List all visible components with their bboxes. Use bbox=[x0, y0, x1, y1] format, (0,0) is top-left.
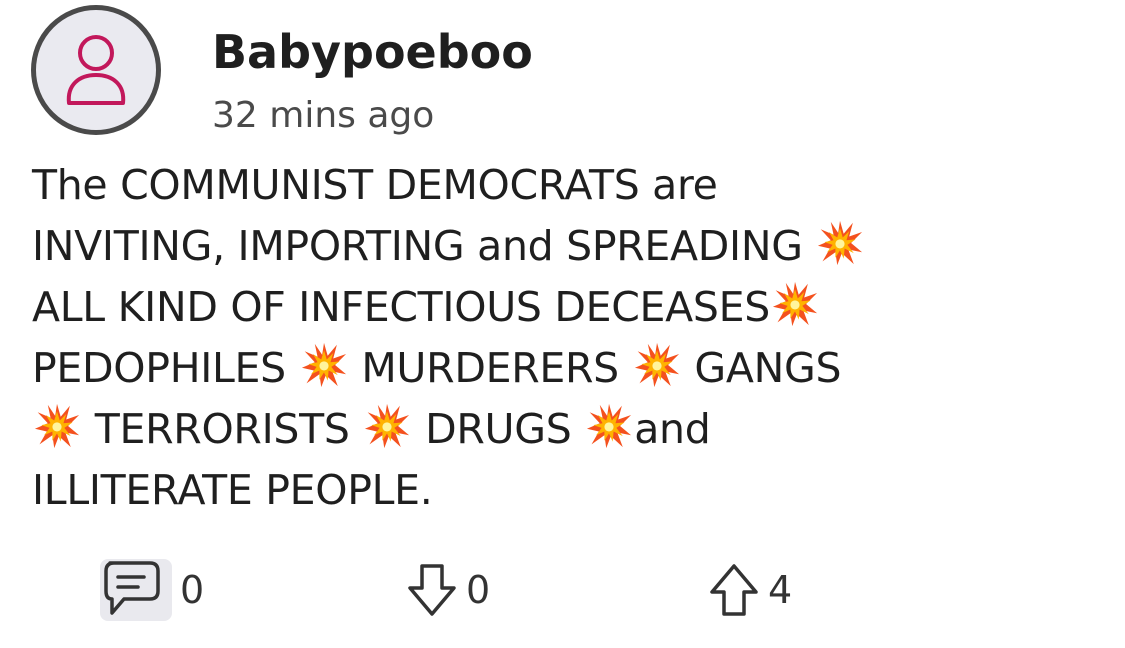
post-body-text: ALL KIND OF INFECTIOUS DECEASES bbox=[32, 283, 770, 331]
comment-icon bbox=[100, 559, 172, 621]
post-body-text: PEDOPHILES bbox=[32, 344, 299, 392]
collision-emoji-icon bbox=[634, 342, 679, 388]
post-body-text: The COMMUNIST DEMOCRATS are bbox=[32, 161, 718, 209]
post-body-line: INVITING, IMPORTING and SPREADING bbox=[32, 216, 1112, 277]
collision-emoji-icon bbox=[365, 403, 410, 449]
author-username[interactable]: Babypoeboo bbox=[212, 24, 533, 80]
post-body-text: GANGS bbox=[681, 344, 842, 392]
post-body-line: ALL KIND OF INFECTIOUS DECEASES bbox=[32, 277, 1112, 338]
avatar[interactable] bbox=[31, 5, 161, 135]
post-body-text: MURDERERS bbox=[348, 344, 632, 392]
action-bar: 0 0 4 bbox=[0, 555, 1125, 625]
user-outline-icon bbox=[66, 35, 126, 105]
collision-emoji-icon bbox=[301, 342, 346, 388]
post-body-line: The COMMUNIST DEMOCRATS are bbox=[32, 155, 1112, 216]
post-card: Babypoeboo 32 mins ago The COMMUNIST DEM… bbox=[0, 0, 1125, 648]
post-body-line: ILLITERATE PEOPLE. bbox=[32, 460, 1112, 521]
post-body-text: ILLITERATE PEOPLE. bbox=[32, 466, 433, 514]
collision-emoji-icon bbox=[34, 403, 80, 449]
arrow-down-icon bbox=[408, 564, 456, 616]
post-body-line: TERRORISTS DRUGS and bbox=[32, 399, 1112, 460]
post-body-line: PEDOPHILES MURDERERS GANGS bbox=[32, 338, 1112, 399]
post-body-text: TERRORISTS bbox=[82, 405, 363, 453]
upvote-button[interactable]: 4 bbox=[706, 555, 792, 625]
post-timestamp: 32 mins ago bbox=[212, 95, 435, 136]
post-body-text: and bbox=[634, 405, 711, 453]
comment-count: 0 bbox=[180, 568, 205, 612]
post-body: The COMMUNIST DEMOCRATS are INVITING, IMP… bbox=[32, 155, 1112, 521]
arrow-up-icon bbox=[710, 564, 758, 616]
downvote-count: 0 bbox=[466, 568, 491, 612]
downvote-button[interactable]: 0 bbox=[404, 555, 490, 625]
upvote-count: 4 bbox=[768, 568, 793, 612]
collision-emoji-icon bbox=[587, 403, 632, 449]
collision-emoji-icon bbox=[818, 220, 863, 266]
collision-emoji-icon bbox=[772, 281, 818, 327]
comment-button[interactable]: 0 bbox=[98, 555, 204, 625]
post-body-text: INVITING, IMPORTING and SPREADING bbox=[32, 222, 816, 270]
post-body-text: DRUGS bbox=[412, 405, 585, 453]
